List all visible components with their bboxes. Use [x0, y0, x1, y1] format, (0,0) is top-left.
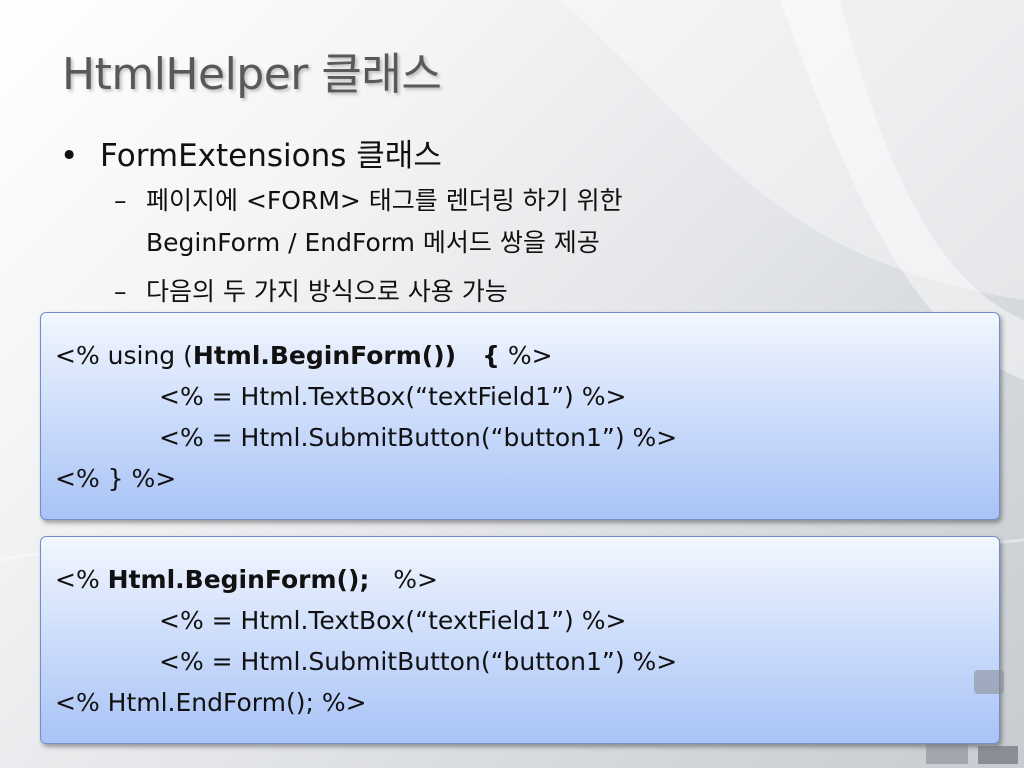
code-line: <% = Html.TextBox(“textField1”) %>: [159, 382, 627, 411]
sub-bullet-dash: –: [114, 186, 127, 215]
code-line: <% = Html.SubmitButton(“button1”) %>: [159, 647, 678, 676]
code-text: <% using (: [55, 341, 193, 370]
sub-bullet-text: 다음의 두 가지 방식으로 사용 가능: [146, 277, 508, 306]
code-box-begin-end: <% Html.BeginForm(); %> <% = Html.TextBo…: [40, 536, 1000, 744]
code-line: <% Html.EndForm(); %>: [55, 688, 367, 717]
code-box-using: <% using (Html.BeginForm()) { %> <% = Ht…: [40, 312, 1000, 520]
sub-bullet-text-line2: BeginForm / EndForm 메서드 쌍을 제공: [146, 228, 600, 257]
sub-bullet-two-ways: – 다음의 두 가지 방식으로 사용 가능: [114, 271, 508, 313]
code-text-bold: Html.BeginForm();: [107, 565, 370, 594]
code-line: <% Html.BeginForm(); %>: [55, 559, 999, 600]
code-text-bold: Html.BeginForm()) {: [192, 341, 500, 370]
code-line: <% = Html.TextBox(“textField1”) %>: [159, 606, 627, 635]
decorative-graphic: [926, 670, 1018, 764]
slide-title: HtmlHelper 클래스: [62, 49, 442, 100]
code-text: %>: [499, 341, 553, 370]
sub-bullet-text-line1: 페이지에 <FORM> 태그를 렌더링 하기 위한: [146, 186, 623, 215]
code-line: <% } %>: [55, 464, 177, 493]
code-text: %>: [369, 565, 438, 594]
bullet-form-extensions: • FormExtensions 클래스: [60, 130, 442, 175]
bullet-text: FormExtensions 클래스: [100, 138, 442, 174]
code-text: <%: [55, 565, 108, 594]
sub-bullet-render-form: – 페이지에 <FORM> 태그를 렌더링 하기 위한 BeginForm / E…: [114, 180, 623, 264]
sub-bullet-dash: –: [114, 277, 127, 306]
code-line: <% using (Html.BeginForm()) { %>: [55, 335, 999, 376]
bullet-dot: •: [60, 138, 79, 174]
code-line: <% = Html.SubmitButton(“button1”) %>: [159, 423, 678, 452]
